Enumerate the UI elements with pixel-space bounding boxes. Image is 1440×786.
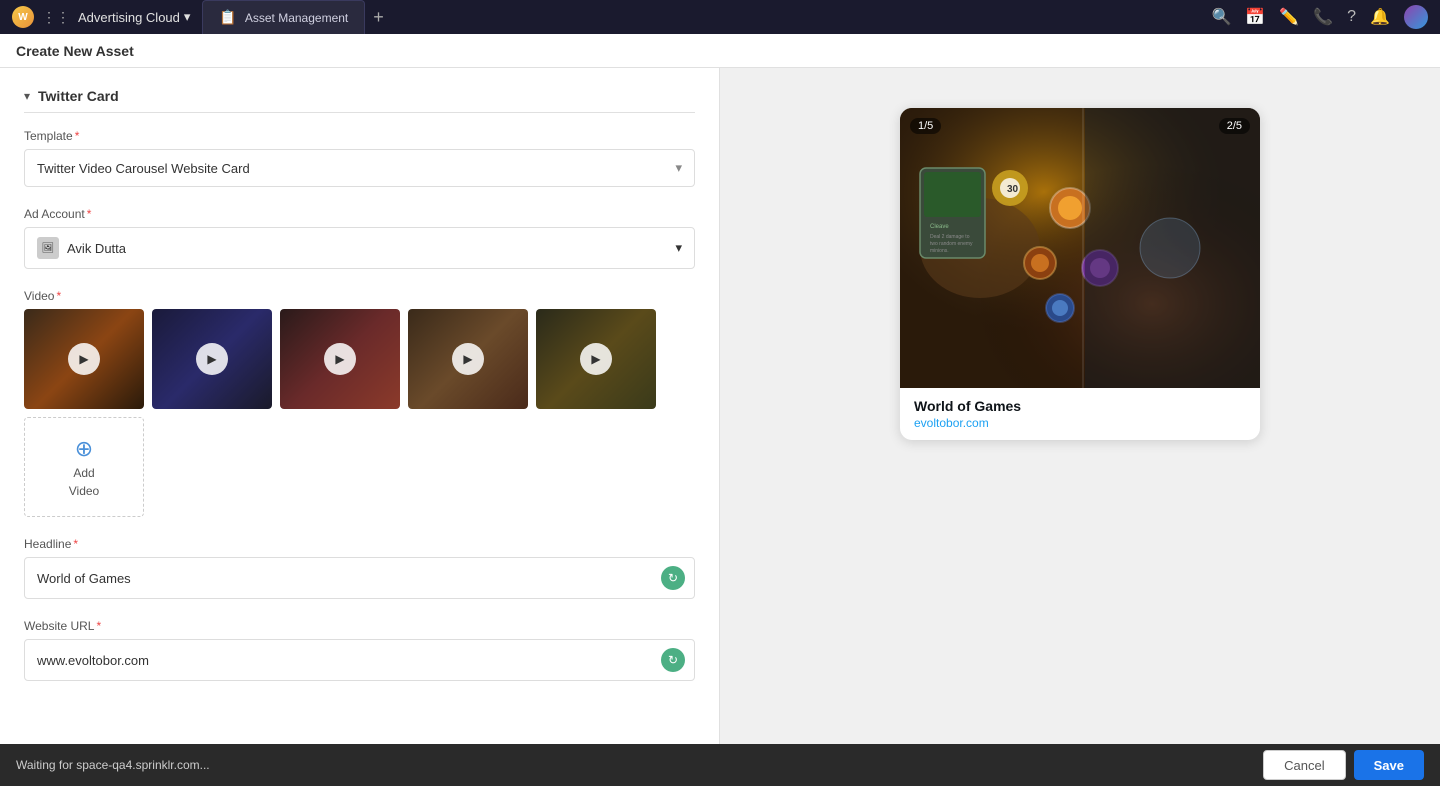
- website-url-label: Website URL*: [24, 619, 695, 633]
- phone-icon[interactable]: 📞: [1313, 7, 1333, 27]
- template-select[interactable]: Twitter Video Carousel Website Card ▾: [24, 149, 695, 187]
- status-text: Waiting for space-qa4.sprinklr.com...: [16, 758, 210, 772]
- template-select-value: Twitter Video Carousel Website Card: [37, 161, 250, 176]
- svg-text:minions.: minions.: [930, 248, 949, 254]
- ad-account-avatar: 🖼: [37, 237, 59, 259]
- video-thumbnail-5[interactable]: ▶: [536, 309, 656, 409]
- logo-text: W: [18, 12, 27, 23]
- svg-text:Cleave: Cleave: [930, 224, 949, 230]
- video-grid: ▶ ▶ ▶ ▶ ▶ ⊕ Add Video: [24, 309, 695, 517]
- card-media-inner: Cleave Deal 2 damage to two random enemy…: [900, 108, 1260, 388]
- ad-account-select[interactable]: 🖼 Avik Dutta ▾: [24, 227, 695, 269]
- bottom-bar: Waiting for space-qa4.sprinklr.com...: [0, 744, 1440, 786]
- help-icon[interactable]: ?: [1347, 8, 1356, 26]
- ad-account-select-value: Avik Dutta: [67, 241, 667, 256]
- twitter-card-preview: Cleave Deal 2 damage to two random enemy…: [900, 108, 1260, 440]
- bell-icon[interactable]: 🔔: [1370, 7, 1390, 27]
- page-header: Create New Asset: [0, 34, 1440, 68]
- asset-management-tab[interactable]: 📋 Asset Management: [202, 0, 365, 34]
- bottom-actions: Cancel Save: [1247, 744, 1440, 786]
- card-media-svg: Cleave Deal 2 damage to two random enemy…: [900, 108, 1260, 388]
- main-layout: ▾ Twitter Card Template* Twitter Video C…: [0, 68, 1440, 744]
- headline-input[interactable]: [24, 557, 695, 599]
- headline-input-wrapper: ↻: [24, 557, 695, 599]
- template-label: Template*: [24, 129, 695, 143]
- play-button-4[interactable]: ▶: [452, 343, 484, 375]
- play-button-2[interactable]: ▶: [196, 343, 228, 375]
- add-video-label2: Video: [69, 484, 99, 498]
- svg-text:Deal 2 damage to: Deal 2 damage to: [930, 234, 970, 240]
- website-url-refresh-icon[interactable]: ↻: [661, 648, 685, 672]
- headline-label: Headline*: [24, 537, 695, 551]
- video-group: Video* ▶ ▶ ▶ ▶ ▶ ⊕: [24, 289, 695, 517]
- tab-icon: 📋: [219, 9, 236, 26]
- card-text: World of Games evoltobor.com: [900, 388, 1260, 440]
- svg-text:30: 30: [1007, 184, 1019, 195]
- card-media: Cleave Deal 2 damage to two random enemy…: [900, 108, 1260, 388]
- svg-text:two random enemy: two random enemy: [930, 241, 973, 247]
- website-url-input[interactable]: [24, 639, 695, 681]
- twitter-card-section-header: ▾ Twitter Card: [24, 88, 695, 113]
- card-title: World of Games: [914, 398, 1246, 414]
- template-group: Template* Twitter Video Carousel Website…: [24, 129, 695, 187]
- headline-group: Headline* ↻: [24, 537, 695, 599]
- save-button[interactable]: Save: [1354, 750, 1424, 780]
- play-button-1[interactable]: ▶: [68, 343, 100, 375]
- tab-label: Asset Management: [245, 11, 348, 25]
- video-label: Video*: [24, 289, 695, 303]
- section-collapse-icon[interactable]: ▾: [24, 89, 30, 103]
- grid-icon[interactable]: ⋮⋮: [42, 9, 70, 26]
- card-counter-right: 2/5: [1219, 118, 1250, 134]
- search-icon[interactable]: 🔍: [1211, 7, 1231, 27]
- video-thumbnail-3[interactable]: ▶: [280, 309, 400, 409]
- section-title: Twitter Card: [38, 88, 119, 104]
- user-avatar[interactable]: [1404, 5, 1428, 29]
- template-select-chevron-icon: ▾: [675, 160, 682, 176]
- card-url: evoltobor.com: [914, 416, 1246, 430]
- new-tab-button[interactable]: +: [365, 0, 392, 34]
- form-panel: ▾ Twitter Card Template* Twitter Video C…: [0, 68, 720, 744]
- cancel-button[interactable]: Cancel: [1263, 750, 1345, 780]
- play-button-3[interactable]: ▶: [324, 343, 356, 375]
- app-name-label: Advertising Cloud: [78, 10, 180, 25]
- pencil-icon[interactable]: ✏️: [1279, 7, 1299, 27]
- website-url-input-wrapper: ↻: [24, 639, 695, 681]
- headline-refresh-icon[interactable]: ↻: [661, 566, 685, 590]
- video-thumbnail-4[interactable]: ▶: [408, 309, 528, 409]
- app-logo[interactable]: W: [12, 6, 34, 28]
- app-name-chevron-icon: ▾: [184, 9, 191, 25]
- preview-panel: Cleave Deal 2 damage to two random enemy…: [720, 68, 1440, 744]
- ad-account-group: Ad Account* 🖼 Avik Dutta ▾: [24, 207, 695, 269]
- topbar: W ⋮⋮ Advertising Cloud ▾ 📋 Asset Managem…: [0, 0, 1440, 34]
- add-video-icon: ⊕: [75, 436, 93, 462]
- app-name-button[interactable]: Advertising Cloud ▾: [78, 9, 190, 25]
- tab-bar: 📋 Asset Management +: [202, 0, 1203, 34]
- add-video-label: Add: [73, 466, 94, 480]
- topbar-actions: 🔍 📅 ✏️ 📞 ? 🔔: [1211, 5, 1428, 29]
- page-title: Create New Asset: [16, 43, 134, 59]
- play-button-5[interactable]: ▶: [580, 343, 612, 375]
- website-url-group: Website URL* ↻: [24, 619, 695, 681]
- video-thumbnail-2[interactable]: ▶: [152, 309, 272, 409]
- add-video-button[interactable]: ⊕ Add Video: [24, 417, 144, 517]
- ad-account-label: Ad Account*: [24, 207, 695, 221]
- video-thumbnail-1[interactable]: ▶: [24, 309, 144, 409]
- calendar-icon[interactable]: 📅: [1245, 7, 1265, 27]
- ad-account-chevron-icon: ▾: [675, 240, 682, 256]
- card-counter-left: 1/5: [910, 118, 941, 134]
